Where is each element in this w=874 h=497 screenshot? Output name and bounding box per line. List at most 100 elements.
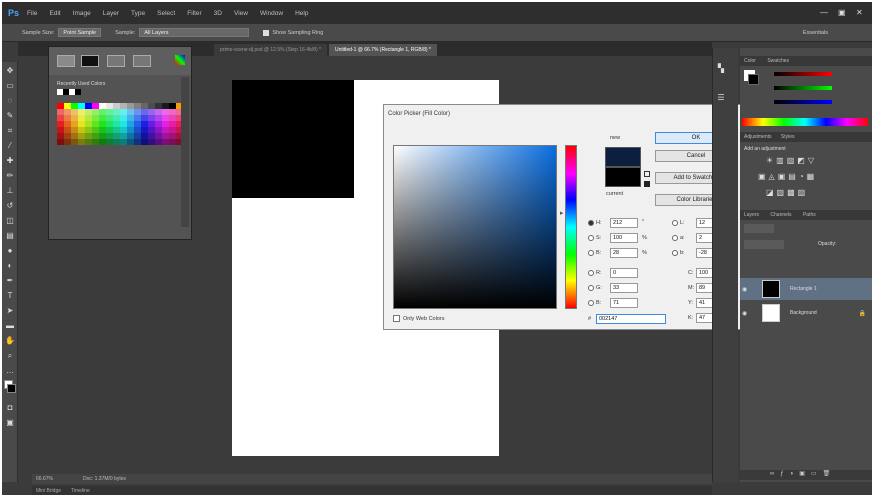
swatch-view-icon[interactable] bbox=[57, 55, 75, 67]
swatch-cell[interactable] bbox=[113, 139, 120, 145]
color-field[interactable] bbox=[393, 145, 557, 309]
menu-type[interactable]: Type bbox=[131, 10, 145, 17]
swatch-cell[interactable] bbox=[57, 139, 64, 145]
r-radio[interactable] bbox=[588, 270, 594, 276]
swatch-cell[interactable] bbox=[127, 139, 134, 145]
swatch-cell[interactable] bbox=[162, 139, 169, 145]
swatch-list-icon[interactable] bbox=[133, 55, 151, 67]
eye-icon[interactable]: ◉ bbox=[742, 286, 750, 293]
hue-slider[interactable] bbox=[565, 145, 577, 309]
out-of-gamut-icon[interactable] bbox=[644, 171, 650, 177]
gradient-tool-icon[interactable]: ▤ bbox=[3, 229, 17, 242]
swatch-cell[interactable] bbox=[148, 139, 155, 145]
hex-field[interactable]: 002147 bbox=[596, 314, 666, 324]
bg-color-icon[interactable] bbox=[748, 74, 759, 85]
swatch-cell[interactable] bbox=[85, 139, 92, 145]
r-slider[interactable] bbox=[774, 72, 832, 76]
swatch-grid-icon[interactable] bbox=[107, 55, 125, 67]
eraser-tool-icon[interactable]: ◫ bbox=[3, 214, 17, 227]
g-radio[interactable] bbox=[588, 285, 594, 291]
swatch-cell[interactable] bbox=[106, 139, 113, 145]
healing-tool-icon[interactable]: ✚ bbox=[3, 154, 17, 167]
path-select-icon[interactable]: ➤ bbox=[3, 304, 17, 317]
brush-tool-icon[interactable]: ✏ bbox=[3, 169, 17, 182]
swatch-black-icon[interactable] bbox=[81, 55, 99, 67]
swatch-cell[interactable] bbox=[120, 139, 127, 145]
blue-field[interactable]: 71 bbox=[610, 298, 638, 308]
close-window-button[interactable]: ✕ bbox=[856, 8, 863, 17]
b-field[interactable]: 28 bbox=[610, 248, 638, 258]
extra-tools-icon[interactable]: … bbox=[3, 364, 17, 377]
show-ring-checkbox[interactable] bbox=[263, 29, 270, 36]
layer-name[interactable]: Background bbox=[790, 310, 817, 316]
quick-select-tool-icon[interactable]: ✎ bbox=[3, 109, 17, 122]
s-field[interactable]: 100 bbox=[610, 233, 638, 243]
move-tool-icon[interactable]: ✥ bbox=[3, 64, 17, 77]
menu-edit[interactable]: Edit bbox=[50, 10, 61, 17]
hand-tool-icon[interactable]: ✋ bbox=[3, 334, 17, 347]
swatch-cell[interactable] bbox=[99, 139, 106, 145]
quick-mask-icon[interactable]: ◘ bbox=[3, 401, 17, 414]
menu-file[interactable]: File bbox=[27, 10, 37, 17]
current-color-preview[interactable] bbox=[605, 167, 641, 187]
tab-swatches[interactable]: Swatches bbox=[767, 58, 789, 64]
layer-row-rectangle[interactable]: ◉ Rectangle 1 bbox=[740, 278, 872, 300]
swatch-cell[interactable] bbox=[78, 139, 85, 145]
rectangle-layer-shape[interactable] bbox=[232, 80, 354, 198]
r-field[interactable]: 0 bbox=[610, 268, 638, 278]
maximize-button[interactable]: ▣ bbox=[838, 8, 846, 17]
color-swatch-icon[interactable] bbox=[3, 379, 17, 399]
color-ramp[interactable] bbox=[742, 118, 868, 126]
swatch-cell[interactable] bbox=[64, 139, 71, 145]
swatch-cell[interactable] bbox=[141, 139, 148, 145]
adjustment-icons-row-1[interactable]: ☀▥▨◩▽ bbox=[766, 156, 817, 165]
layer-row-background[interactable]: ◉ Background 🔒 bbox=[740, 302, 872, 324]
tab-styles[interactable]: Styles bbox=[781, 134, 795, 140]
g-field[interactable]: 33 bbox=[610, 283, 638, 293]
layer-actions-bar[interactable]: ∞ƒ◑▣▭🗑 bbox=[740, 470, 872, 480]
tab-layers[interactable]: Layers bbox=[744, 212, 759, 218]
menu-3d[interactable]: 3D bbox=[214, 10, 222, 17]
h-radio[interactable] bbox=[588, 220, 594, 226]
hue-slider-arrow-icon[interactable]: ▸ bbox=[560, 209, 564, 217]
menu-filter[interactable]: Filter bbox=[187, 10, 201, 17]
history-panel-icon[interactable]: ▚ bbox=[714, 62, 728, 75]
tab-document-2[interactable]: Untitled-1 @ 66.7% (Rectangle 1, RGB/8) … bbox=[328, 44, 437, 56]
l-radio[interactable] bbox=[672, 220, 678, 226]
swatch-scrollbar[interactable] bbox=[181, 77, 189, 227]
tab-channels[interactable]: Channels bbox=[770, 212, 791, 218]
web-safe-icon[interactable] bbox=[644, 181, 650, 187]
type-tool-icon[interactable]: T bbox=[3, 289, 17, 302]
screen-mode-icon[interactable]: ▣ bbox=[3, 416, 17, 429]
menu-view[interactable]: View bbox=[234, 10, 248, 17]
lab-b-radio[interactable] bbox=[672, 250, 678, 256]
sample-size-select[interactable]: Point Sample bbox=[58, 28, 102, 37]
swatch-cell[interactable] bbox=[92, 139, 99, 145]
zoom-tool-icon[interactable]: ⌕ bbox=[3, 349, 17, 362]
tab-document-1[interactable]: prime-scene-dj.psd @ 12.5% (Step 16.4b/8… bbox=[214, 44, 327, 56]
color-wheel-icon[interactable] bbox=[175, 55, 185, 65]
swatch-cell[interactable] bbox=[134, 139, 141, 145]
b-slider[interactable] bbox=[774, 100, 832, 104]
shape-tool-icon[interactable]: ▬ bbox=[3, 319, 17, 332]
a-radio[interactable] bbox=[672, 235, 678, 241]
eye-icon[interactable]: ◉ bbox=[742, 310, 750, 317]
menu-window[interactable]: Window bbox=[260, 10, 283, 17]
tab-color[interactable]: Color bbox=[744, 58, 756, 64]
zoom-level[interactable]: 66.67% bbox=[36, 476, 53, 482]
b-radio[interactable] bbox=[588, 250, 594, 256]
menu-help[interactable]: Help bbox=[295, 10, 308, 17]
menu-select[interactable]: Select bbox=[157, 10, 175, 17]
blend-mode-select[interactable] bbox=[744, 240, 784, 249]
blue-radio[interactable] bbox=[588, 300, 594, 306]
crop-tool-icon[interactable]: ⌗ bbox=[3, 124, 17, 137]
only-web-colors-checkbox[interactable] bbox=[393, 315, 400, 322]
dodge-tool-icon[interactable]: ◐ bbox=[3, 259, 17, 272]
tab-adjustments[interactable]: Adjustments bbox=[744, 134, 772, 140]
workspace-essentials[interactable]: Essentials bbox=[803, 30, 828, 36]
swatch-grid[interactable] bbox=[57, 103, 183, 145]
tab-paths[interactable]: Paths bbox=[803, 212, 816, 218]
tab-mini-bridge[interactable]: Mini Bridge bbox=[36, 488, 61, 494]
menu-layer[interactable]: Layer bbox=[103, 10, 119, 17]
swatch-cell[interactable] bbox=[71, 139, 78, 145]
